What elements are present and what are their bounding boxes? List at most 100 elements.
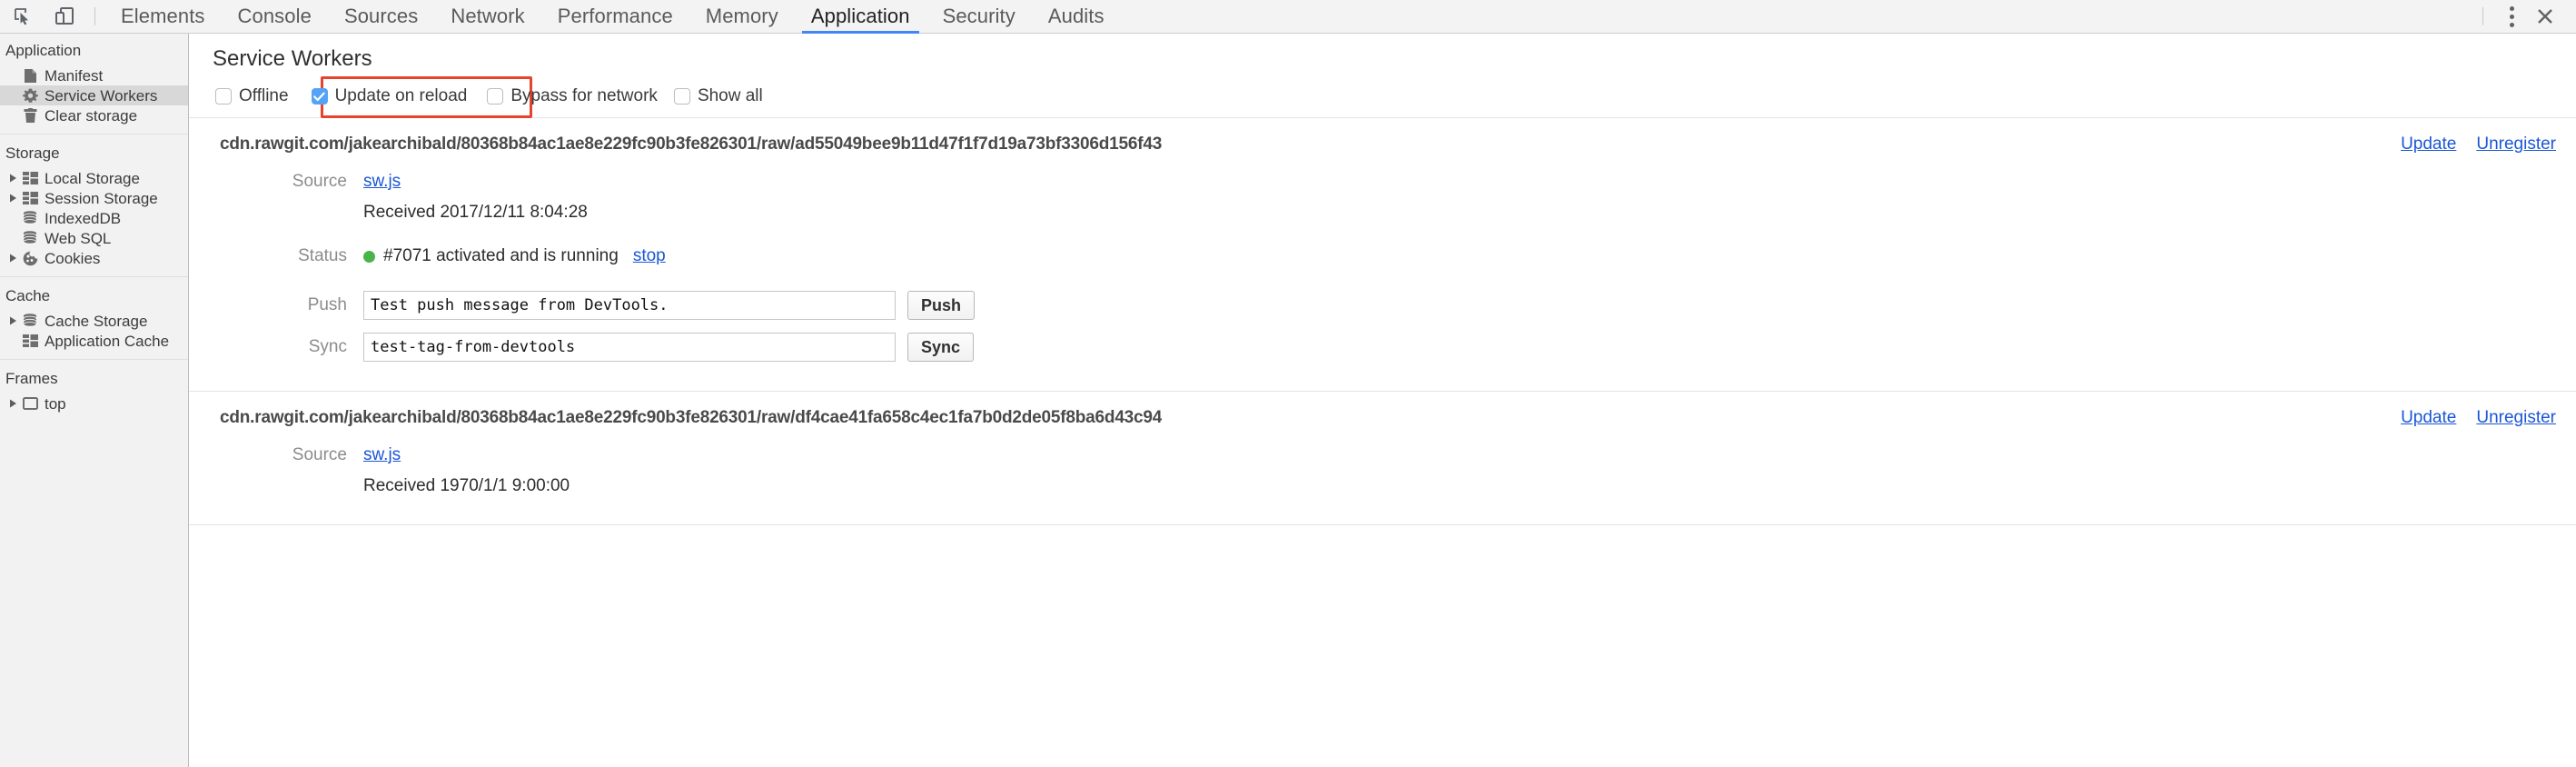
tab-application[interactable]: Application xyxy=(795,0,926,34)
checkbox-offline[interactable]: Offline xyxy=(215,86,289,106)
sidebar-item-top[interactable]: top xyxy=(0,393,188,413)
source-label: Source xyxy=(292,172,347,191)
tab-label: Console xyxy=(237,5,312,27)
checkbox-bypass-for-network[interactable]: Bypass for network xyxy=(487,86,658,106)
chevron-right-icon[interactable] xyxy=(5,174,20,183)
sidebar-item-label: Cookies xyxy=(45,249,101,267)
checkbox-update-on-reload[interactable]: Update on reload xyxy=(311,86,467,106)
push-row: Push Push xyxy=(189,287,2576,324)
status-row: Status #7071 activated and is running st… xyxy=(189,244,2576,269)
more-vertical-icon[interactable] xyxy=(2496,0,2527,33)
status-badge xyxy=(363,250,375,263)
tab-network[interactable]: Network xyxy=(434,0,540,34)
checkbox-box[interactable] xyxy=(311,88,328,105)
sidebar-item-label: top xyxy=(45,394,66,413)
sidebar-group-frames: Frames top xyxy=(0,359,188,417)
chevron-right-icon[interactable] xyxy=(5,194,20,203)
tab-label: Security xyxy=(942,5,1016,27)
checkbox-label: Offline xyxy=(239,86,289,105)
received-value: Received 1970/1/1 9:00:00 xyxy=(363,476,570,495)
sidebar-item-manifest[interactable]: Manifest xyxy=(0,65,188,85)
source-file-link[interactable]: sw.js xyxy=(363,172,401,192)
unregister-link[interactable]: Unregister xyxy=(2476,134,2556,154)
status-text: #7071 activated and is running xyxy=(383,246,619,265)
source-row: Source sw.js xyxy=(189,169,2576,194)
checkbox-box[interactable] xyxy=(673,88,690,105)
panel-tabs: Elements Console Sources Network Perform… xyxy=(104,0,1121,34)
tab-label: Application xyxy=(810,5,910,27)
row-spacer xyxy=(189,274,2576,287)
service-worker-header: cdn.rawgit.com/jakearchibald/80368b84ac1… xyxy=(189,408,2576,428)
service-worker-details: Source sw.js Received 1970/1/1 9:00:00 xyxy=(189,443,2576,499)
sidebar-group-title: Cache xyxy=(5,287,51,304)
sync-input[interactable] xyxy=(363,333,896,362)
checkbox-box[interactable] xyxy=(487,88,504,105)
chevron-right-icon[interactable] xyxy=(5,316,20,325)
checkbox-label: Show all xyxy=(697,86,763,105)
tab-security[interactable]: Security xyxy=(926,0,1032,34)
application-sidebar: Application Manifest Service Workers Cle… xyxy=(0,34,189,767)
devtools-body: Application Manifest Service Workers Cle… xyxy=(0,34,2576,767)
service-worker-actions: Update Unregister xyxy=(2383,134,2556,154)
tab-label: Memory xyxy=(705,5,778,27)
frame-icon xyxy=(20,397,40,410)
checkbox-show-all[interactable]: Show all xyxy=(673,86,763,106)
tab-memory[interactable]: Memory xyxy=(689,0,795,34)
sidebar-item-cache-storage[interactable]: Cache Storage xyxy=(0,311,188,331)
table-icon xyxy=(20,192,40,204)
sidebar-item-clear-storage[interactable]: Clear storage xyxy=(0,105,188,125)
push-controls: Push xyxy=(363,291,976,320)
tab-audits[interactable]: Audits xyxy=(1032,0,1121,34)
sidebar-group-cache: Cache Cache Storage Application Cache xyxy=(0,276,188,354)
checkbox-box[interactable] xyxy=(215,88,232,105)
database-icon xyxy=(20,231,40,245)
row-spacer xyxy=(189,231,2576,244)
sync-button[interactable]: Sync xyxy=(907,333,975,362)
service-worker-entry: cdn.rawgit.com/jakearchibald/80368b84ac1… xyxy=(189,392,2576,525)
unregister-link[interactable]: Unregister xyxy=(2476,408,2556,428)
close-icon[interactable] xyxy=(2527,0,2563,33)
service-worker-list: cdn.rawgit.com/jakearchibald/80368b84ac1… xyxy=(189,118,2576,525)
service-worker-url: cdn.rawgit.com/jakearchibald/80368b84ac1… xyxy=(220,134,1163,154)
push-input[interactable] xyxy=(363,291,896,320)
service-worker-url: cdn.rawgit.com/jakearchibald/80368b84ac1… xyxy=(220,408,1163,427)
tab-label: Sources xyxy=(343,5,419,27)
source-file-link[interactable]: sw.js xyxy=(363,445,401,465)
toolbar-right-controls xyxy=(2477,0,2576,34)
sidebar-item-label: Clear storage xyxy=(45,106,138,125)
chevron-right-icon[interactable] xyxy=(5,399,20,408)
tab-elements[interactable]: Elements xyxy=(104,0,222,34)
tab-sources[interactable]: Sources xyxy=(328,0,434,34)
table-icon xyxy=(20,172,40,184)
push-button[interactable]: Push xyxy=(907,291,976,320)
sidebar-item-application-cache[interactable]: Application Cache xyxy=(0,331,188,351)
tab-label: Audits xyxy=(1047,5,1105,27)
update-link[interactable]: Update xyxy=(2401,408,2456,428)
sidebar-item-cookies[interactable]: Cookies xyxy=(0,248,188,268)
sidebar-group-title: Frames xyxy=(5,370,58,387)
stop-link[interactable]: stop xyxy=(633,246,666,266)
service-worker-details: Source sw.js Received 2017/12/11 8:04:28… xyxy=(189,169,2576,365)
panel-header: Service Workers Offline Update on reload xyxy=(189,34,2576,118)
service-worker-entry: cdn.rawgit.com/jakearchibald/80368b84ac1… xyxy=(189,118,2576,392)
sidebar-item-indexeddb[interactable]: IndexedDB xyxy=(0,208,188,228)
sync-label: Sync xyxy=(308,337,347,356)
sidebar-item-service-workers[interactable]: Service Workers xyxy=(0,85,188,105)
devtools-toolbar: Elements Console Sources Network Perform… xyxy=(0,0,2576,34)
sidebar-item-local-storage[interactable]: Local Storage xyxy=(0,168,188,188)
received-row: Received 2017/12/11 8:04:28 xyxy=(189,200,2576,225)
sidebar-item-web-sql[interactable]: Web SQL xyxy=(0,228,188,248)
gear-icon xyxy=(20,88,40,104)
tab-performance[interactable]: Performance xyxy=(541,0,689,34)
tab-console[interactable]: Console xyxy=(222,0,328,34)
inspect-element-icon[interactable] xyxy=(2,0,44,33)
device-toolbar-icon[interactable] xyxy=(44,0,85,33)
update-link[interactable]: Update xyxy=(2401,134,2456,154)
tab-label: Performance xyxy=(557,5,673,27)
status-value-group: #7071 activated and is running stop xyxy=(363,246,666,266)
chevron-right-icon[interactable] xyxy=(5,254,20,263)
sidebar-item-label: Manifest xyxy=(45,66,104,85)
status-label: Status xyxy=(298,246,347,265)
sidebar-item-session-storage[interactable]: Session Storage xyxy=(0,188,188,208)
toolbar-divider xyxy=(94,7,95,25)
